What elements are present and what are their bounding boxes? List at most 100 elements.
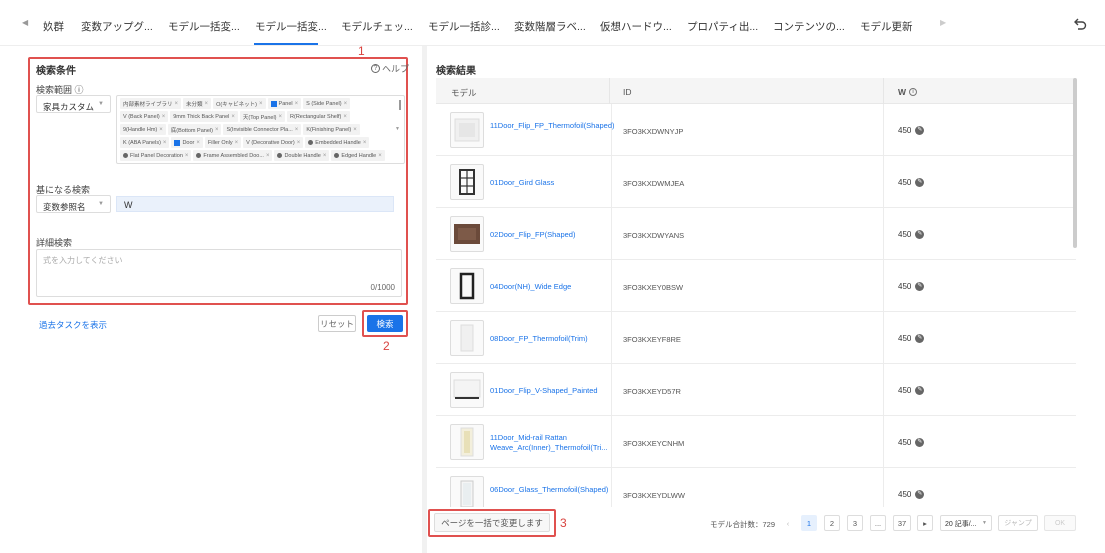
model-thumbnail[interactable] [450, 372, 484, 408]
edit-icon[interactable]: ✎ [915, 126, 925, 135]
page-size-select[interactable]: 20 記事/... ▼ [940, 515, 992, 531]
category-chip[interactable]: V (Back Panel) × [120, 111, 169, 122]
base-search-input[interactable]: W [116, 196, 394, 212]
search-scope-select[interactable]: 家具カスタム ▼ [36, 95, 111, 113]
undo-icon[interactable] [1072, 16, 1088, 32]
model-name-link[interactable]: 01Door_Gird Glass [490, 178, 620, 188]
remove-chip-icon[interactable]: × [295, 101, 299, 107]
remove-chip-icon[interactable]: × [279, 114, 283, 120]
category-chip[interactable]: Embedded Handle × [305, 137, 370, 148]
chipbox-scrollbar[interactable] [399, 100, 401, 110]
tab-0[interactable]: 奺群 [43, 19, 64, 34]
tab-2[interactable]: モデル一括変... [168, 19, 240, 34]
tab-scroll-right-icon[interactable]: ▶ [940, 18, 946, 27]
page-prev-icon[interactable]: ‹ [783, 515, 793, 531]
ok-button[interactable]: OK [1044, 515, 1076, 531]
model-name-link[interactable]: 04Door(NH)_Wide Edge [490, 282, 620, 292]
base-search-select[interactable]: 変数参照名 ▼ [36, 195, 111, 213]
tab-7[interactable]: 仮想ハードウ... [600, 19, 672, 34]
remove-chip-icon[interactable]: × [235, 140, 239, 146]
remove-chip-icon[interactable]: × [163, 140, 167, 146]
chevron-down-icon[interactable]: ▼ [395, 126, 400, 132]
remove-chip-icon[interactable]: × [353, 127, 357, 133]
edit-icon[interactable]: ✎ [915, 334, 925, 343]
show-past-tasks-link[interactable]: 過去タスクを表示 [39, 319, 107, 331]
table-row[interactable]: 02Door_Flip_FP(Shaped) 3FO3KXDWYANS 450 ✎ [436, 208, 1076, 260]
tab-6[interactable]: 変数階層ラベ... [514, 19, 586, 34]
category-chip-box[interactable]: 内部素材ライブラリ × 未分類 × O(キャビネット) × Panel × S (Side Pa… [116, 95, 405, 164]
page-3[interactable]: 3 [847, 515, 863, 531]
table-row[interactable]: 11Door_Flip_FP_Thermofoil(Shaped) 3FO3KXD… [436, 104, 1076, 156]
model-name-link[interactable]: 11Door_Flip_FP_Thermofoil(Shaped) [490, 121, 620, 131]
model-thumbnail[interactable] [450, 476, 484, 507]
tab-1[interactable]: 変数アップグ... [81, 19, 153, 34]
edit-icon[interactable]: ✎ [915, 438, 925, 447]
panel-splitter[interactable] [422, 46, 427, 553]
remove-chip-icon[interactable]: × [266, 153, 270, 159]
edit-icon[interactable]: ✎ [915, 490, 925, 499]
page-ellipsis[interactable]: ... [870, 515, 886, 531]
edit-icon[interactable]: ✎ [915, 282, 925, 291]
category-chip[interactable]: 9(Handle Hm) × [120, 124, 166, 135]
category-chip[interactable]: K(Finishing Panel) × [303, 124, 360, 135]
table-row[interactable]: 04Door(NH)_Wide Edge 3FO3KXEY0BSW 450 ✎ [436, 260, 1076, 312]
model-name-link[interactable]: 06Door_Glass_Thermofoil(Shaped) [490, 485, 620, 495]
category-chip[interactable]: 9mm Thick Back Panel × [170, 111, 238, 122]
table-row[interactable]: 01Door_Flip_V-Shaped_Painted 3FO3KXEYD57R… [436, 364, 1076, 416]
category-chip[interactable]: S (Side Panel) × [303, 98, 351, 109]
model-thumbnail[interactable] [450, 424, 484, 460]
model-name-link[interactable]: 08Door_FP_Thermofoil(Trim) [490, 334, 620, 344]
category-chip[interactable]: Door × [171, 137, 203, 148]
category-chip[interactable]: K (ABA Panels) × [120, 137, 170, 148]
page-2[interactable]: 2 [824, 515, 840, 531]
tab-8[interactable]: プロパティ出... [687, 19, 758, 34]
category-chip[interactable]: 未分類 × [183, 98, 212, 109]
edit-icon[interactable]: ✎ [915, 178, 925, 187]
remove-chip-icon[interactable]: × [378, 153, 382, 159]
category-chip[interactable]: Edged Handle × [331, 150, 385, 161]
remove-chip-icon[interactable]: × [231, 114, 235, 120]
remove-chip-icon[interactable]: × [162, 114, 166, 120]
table-row[interactable]: 11Door_Mid-rail Rattan Weave_Arc(Inner)_… [436, 416, 1076, 468]
remove-chip-icon[interactable]: × [205, 101, 209, 107]
model-thumbnail[interactable] [450, 112, 484, 148]
remove-chip-icon[interactable]: × [175, 101, 179, 107]
remove-chip-icon[interactable]: × [259, 101, 263, 107]
model-thumbnail[interactable] [450, 164, 484, 200]
results-scrollbar[interactable] [1073, 78, 1077, 248]
category-chip[interactable]: Double Handle × [274, 150, 330, 161]
category-chip[interactable]: O(キャビネット) × [213, 98, 266, 109]
remove-chip-icon[interactable]: × [215, 127, 219, 133]
remove-chip-icon[interactable]: × [323, 153, 327, 159]
category-chip[interactable]: Panel × [267, 98, 302, 109]
category-chip[interactable]: Frame Assembled Doo... × [193, 150, 273, 161]
model-thumbnail[interactable] [450, 320, 484, 356]
table-row[interactable]: 01Door_Gird Glass 3FO3KXDWMJEA 450 ✎ [436, 156, 1076, 208]
help-link[interactable]: ? ヘルプ [371, 62, 409, 75]
remove-chip-icon[interactable]: × [344, 101, 348, 107]
tab-scroll-left-icon[interactable]: ◀ [22, 18, 28, 27]
page-1[interactable]: 1 [801, 515, 817, 531]
category-chip[interactable]: V (Decorative Door) × [243, 137, 304, 148]
category-chip[interactable]: 天(Top Panel) × [239, 111, 286, 122]
remove-chip-icon[interactable]: × [196, 140, 200, 146]
model-thumbnail[interactable] [450, 268, 484, 304]
tab-3[interactable]: モデル一括変... [255, 19, 327, 34]
table-row[interactable]: 06Door_Glass_Thermofoil(Shaped) 3FO3KXEYD… [436, 468, 1076, 507]
page-next-icon[interactable]: ▸ [917, 515, 933, 531]
reset-button[interactable]: リセット [318, 315, 356, 332]
category-chip[interactable]: 底(Bottom Panel) × [167, 124, 222, 135]
remove-chip-icon[interactable]: × [185, 153, 189, 159]
tab-5[interactable]: モデル一括診... [428, 19, 500, 34]
category-chip[interactable]: Long Handle× [120, 163, 170, 164]
info-icon[interactable]: i [909, 88, 918, 96]
model-name-link[interactable]: 11Door_Mid-rail Rattan Weave_Arc(Inner)_… [490, 433, 620, 453]
tab-10[interactable]: モデル更新 [860, 19, 913, 34]
category-chip[interactable]: R(Rectangular Shelf) × [287, 111, 350, 122]
category-chip[interactable]: S(Invisible Connector Pla... × [223, 124, 302, 135]
page-37[interactable]: 37 [893, 515, 911, 531]
detail-search-textarea[interactable]: 式を入力してください 0/1000 [36, 249, 402, 297]
remove-chip-icon[interactable]: × [159, 127, 163, 133]
category-chip[interactable]: Filler Only × [204, 137, 242, 148]
remove-chip-icon[interactable]: × [363, 140, 367, 146]
